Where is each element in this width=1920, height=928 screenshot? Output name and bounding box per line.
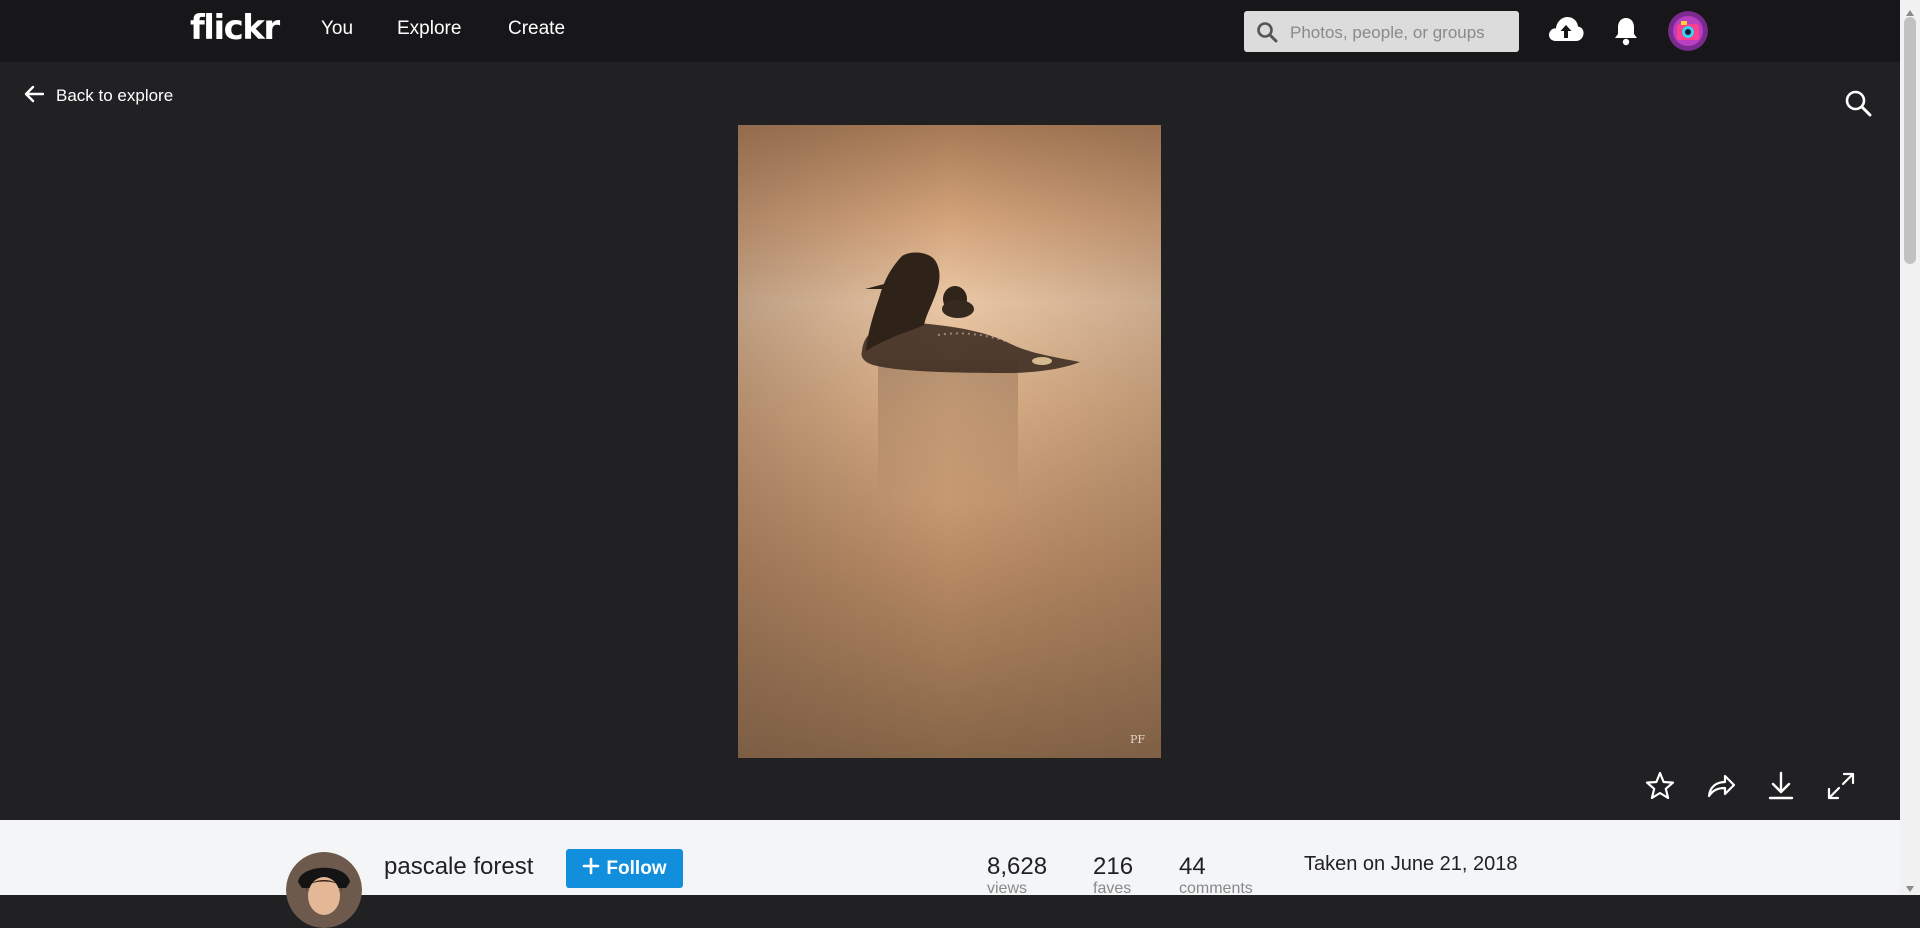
user-avatar[interactable] (1668, 11, 1708, 51)
views-label: views (987, 880, 1028, 897)
follow-button[interactable]: Follow (566, 849, 683, 888)
follow-label: Follow (606, 857, 667, 879)
comments-label: comments (1179, 880, 1253, 897)
taken-date: Taken on June 21, 2018 (1304, 853, 1518, 875)
flickr-logo[interactable]: flickr (190, 8, 280, 48)
faves-stat: 216 faves (1093, 854, 1133, 898)
loon-in-fog-image: PF (738, 125, 1161, 758)
photo-search-icon[interactable] (1844, 89, 1872, 122)
plus-icon (582, 857, 600, 881)
arrow-left-icon (24, 85, 45, 108)
nav-link-explore[interactable]: Explore (397, 18, 461, 40)
svg-text:PF: PF (1130, 733, 1145, 746)
scrollbar-thumb[interactable] (1904, 17, 1916, 264)
notifications-bell-icon[interactable] (1613, 16, 1639, 51)
favorite-star-icon[interactable] (1644, 770, 1676, 807)
fullscreen-icon[interactable] (1825, 770, 1857, 807)
owner-avatar[interactable] (286, 852, 362, 928)
upload-cloud-icon[interactable] (1547, 14, 1585, 49)
views-stat: 8,628 views (987, 854, 1047, 898)
top-navigation-bar: flickr You Explore Create (0, 0, 1900, 62)
owner-name[interactable]: pascale forest (384, 853, 533, 881)
search-input[interactable] (1288, 11, 1512, 54)
back-link-label: Back to explore (56, 86, 174, 105)
main-photo[interactable]: PF (738, 125, 1161, 758)
share-icon[interactable] (1705, 770, 1737, 807)
back-to-explore-link[interactable]: Back to explore (24, 84, 173, 108)
photo-info-bar (0, 820, 1900, 895)
faves-count: 216 (1093, 853, 1134, 880)
comments-stat: 44 comments (1179, 854, 1253, 898)
nav-link-you[interactable]: You (321, 18, 353, 40)
nav-link-create[interactable]: Create (508, 18, 565, 40)
faves-label: faves (1093, 880, 1132, 897)
page-scrollbar[interactable] (1900, 0, 1920, 895)
scroll-down-arrow-icon[interactable] (1905, 880, 1915, 898)
comments-count: 44 (1179, 853, 1206, 880)
views-count: 8,628 (987, 853, 1048, 880)
search-icon (1256, 21, 1278, 48)
search-box[interactable] (1244, 11, 1519, 54)
download-icon[interactable] (1765, 770, 1797, 807)
